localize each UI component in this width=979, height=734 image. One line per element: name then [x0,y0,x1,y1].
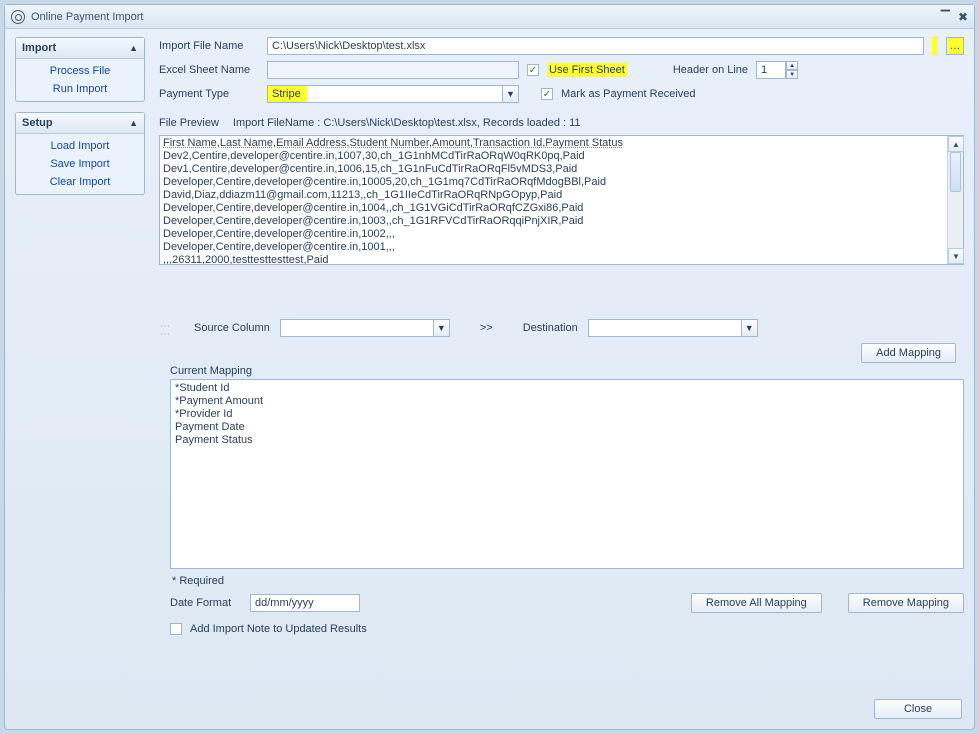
chevron-up-icon: ▲ [129,43,138,53]
chevron-down-icon[interactable]: ▼ [741,320,757,336]
window: Online Payment Import ▔ ✖ Import ▲ Proce… [4,4,975,730]
list-item[interactable]: Payment Date [175,421,959,434]
mark-as-received-label: Mark as Payment Received [561,88,696,100]
required-note: * Required [172,575,962,587]
spinner-up-icon[interactable]: ▲ [786,61,798,70]
file-preview-box: First Name,Last Name,Email Address,Stude… [159,135,964,265]
chevron-down-icon[interactable]: ▼ [502,86,518,102]
list-item[interactable]: *Provider Id [175,408,959,421]
payment-type-value: Stripe [268,86,307,102]
add-import-note-label: Add Import Note to Updated Results [190,623,367,635]
list-item[interactable]: *Student Id [175,382,959,395]
date-format-label: Date Format [170,597,242,609]
link-process-file[interactable]: Process File [50,65,111,77]
panel-import: Import ▲ Process File Run Import [15,37,145,102]
scroll-thumb[interactable] [950,152,961,192]
chevron-up-icon: ▲ [129,118,138,128]
mark-as-received-checkbox[interactable]: ✓ [541,88,553,100]
import-file-name-input[interactable] [267,37,924,55]
add-mapping-button[interactable]: Add Mapping [861,343,956,363]
header-on-line-label: Header on Line [673,64,748,76]
excel-sheet-name-label: Excel Sheet Name [159,64,259,76]
content-area: Import ▲ Process File Run Import Setup ▲… [5,29,974,693]
link-save-import[interactable]: Save Import [50,158,109,170]
current-mapping-label: Current Mapping [170,365,964,377]
chevron-down-icon[interactable]: ▼ [433,320,449,336]
panel-title: Setup [22,117,53,129]
import-filename-info: Import FileName : C:\Users\Nick\Desktop\… [233,117,581,129]
current-mapping-list[interactable]: *Student Id *Payment Amount *Provider Id… [170,379,964,569]
file-preview-label: File Preview [159,117,219,129]
panel-header-import[interactable]: Import ▲ [16,38,144,59]
use-first-sheet-checkbox[interactable]: ✓ [527,64,539,76]
source-column-label: Source Column [194,322,270,334]
source-column-select[interactable] [281,320,433,336]
payment-type-label: Payment Type [159,88,259,100]
preview-scrollbar[interactable]: ▲ ▼ [947,136,963,264]
list-item[interactable]: *Payment Amount [175,395,959,408]
minimize-icon[interactable]: ▔ [941,10,950,24]
window-title: Online Payment Import [31,11,933,23]
app-icon [11,10,25,24]
link-run-import[interactable]: Run Import [53,83,107,95]
import-file-name-label: Import File Name [159,40,259,52]
file-preview-content[interactable]: First Name,Last Name,Email Address,Stude… [160,136,947,264]
remove-all-mapping-button[interactable]: Remove All Mapping [691,593,822,613]
mapping-arrow-icon: >> [480,322,493,334]
sidebar: Import ▲ Process File Run Import Setup ▲… [15,37,145,685]
highlight-marker [932,37,938,55]
browse-button[interactable]: … [946,37,964,55]
payment-type-select[interactable] [307,86,502,102]
spinner-down-icon[interactable]: ▼ [786,70,798,79]
destination-label: Destination [523,322,578,334]
titlebar: Online Payment Import ▔ ✖ [5,5,974,29]
splitter-handle[interactable]: ⋮⋮ [159,321,170,337]
list-item[interactable]: Payment Status [175,434,959,447]
header-on-line-input[interactable] [756,61,786,79]
date-format-input[interactable] [250,594,360,612]
destination-select[interactable] [589,320,741,336]
link-load-import[interactable]: Load Import [51,140,110,152]
add-import-note-checkbox[interactable] [170,623,182,635]
close-button[interactable]: Close [874,699,962,719]
remove-mapping-button[interactable]: Remove Mapping [848,593,964,613]
panel-setup: Setup ▲ Load Import Save Import Clear Im… [15,112,145,195]
link-clear-import[interactable]: Clear Import [50,176,111,188]
close-icon[interactable]: ✖ [958,10,968,24]
panel-header-setup[interactable]: Setup ▲ [16,113,144,134]
scroll-up-icon[interactable]: ▲ [948,136,964,152]
excel-sheet-name-input [267,61,519,79]
use-first-sheet-label: Use First Sheet [547,63,627,77]
footer: Close [5,693,974,729]
scroll-down-icon[interactable]: ▼ [948,248,964,264]
panel-title: Import [22,42,56,54]
main-area: Import File Name … Excel Sheet Name ✓ Us… [159,37,964,685]
